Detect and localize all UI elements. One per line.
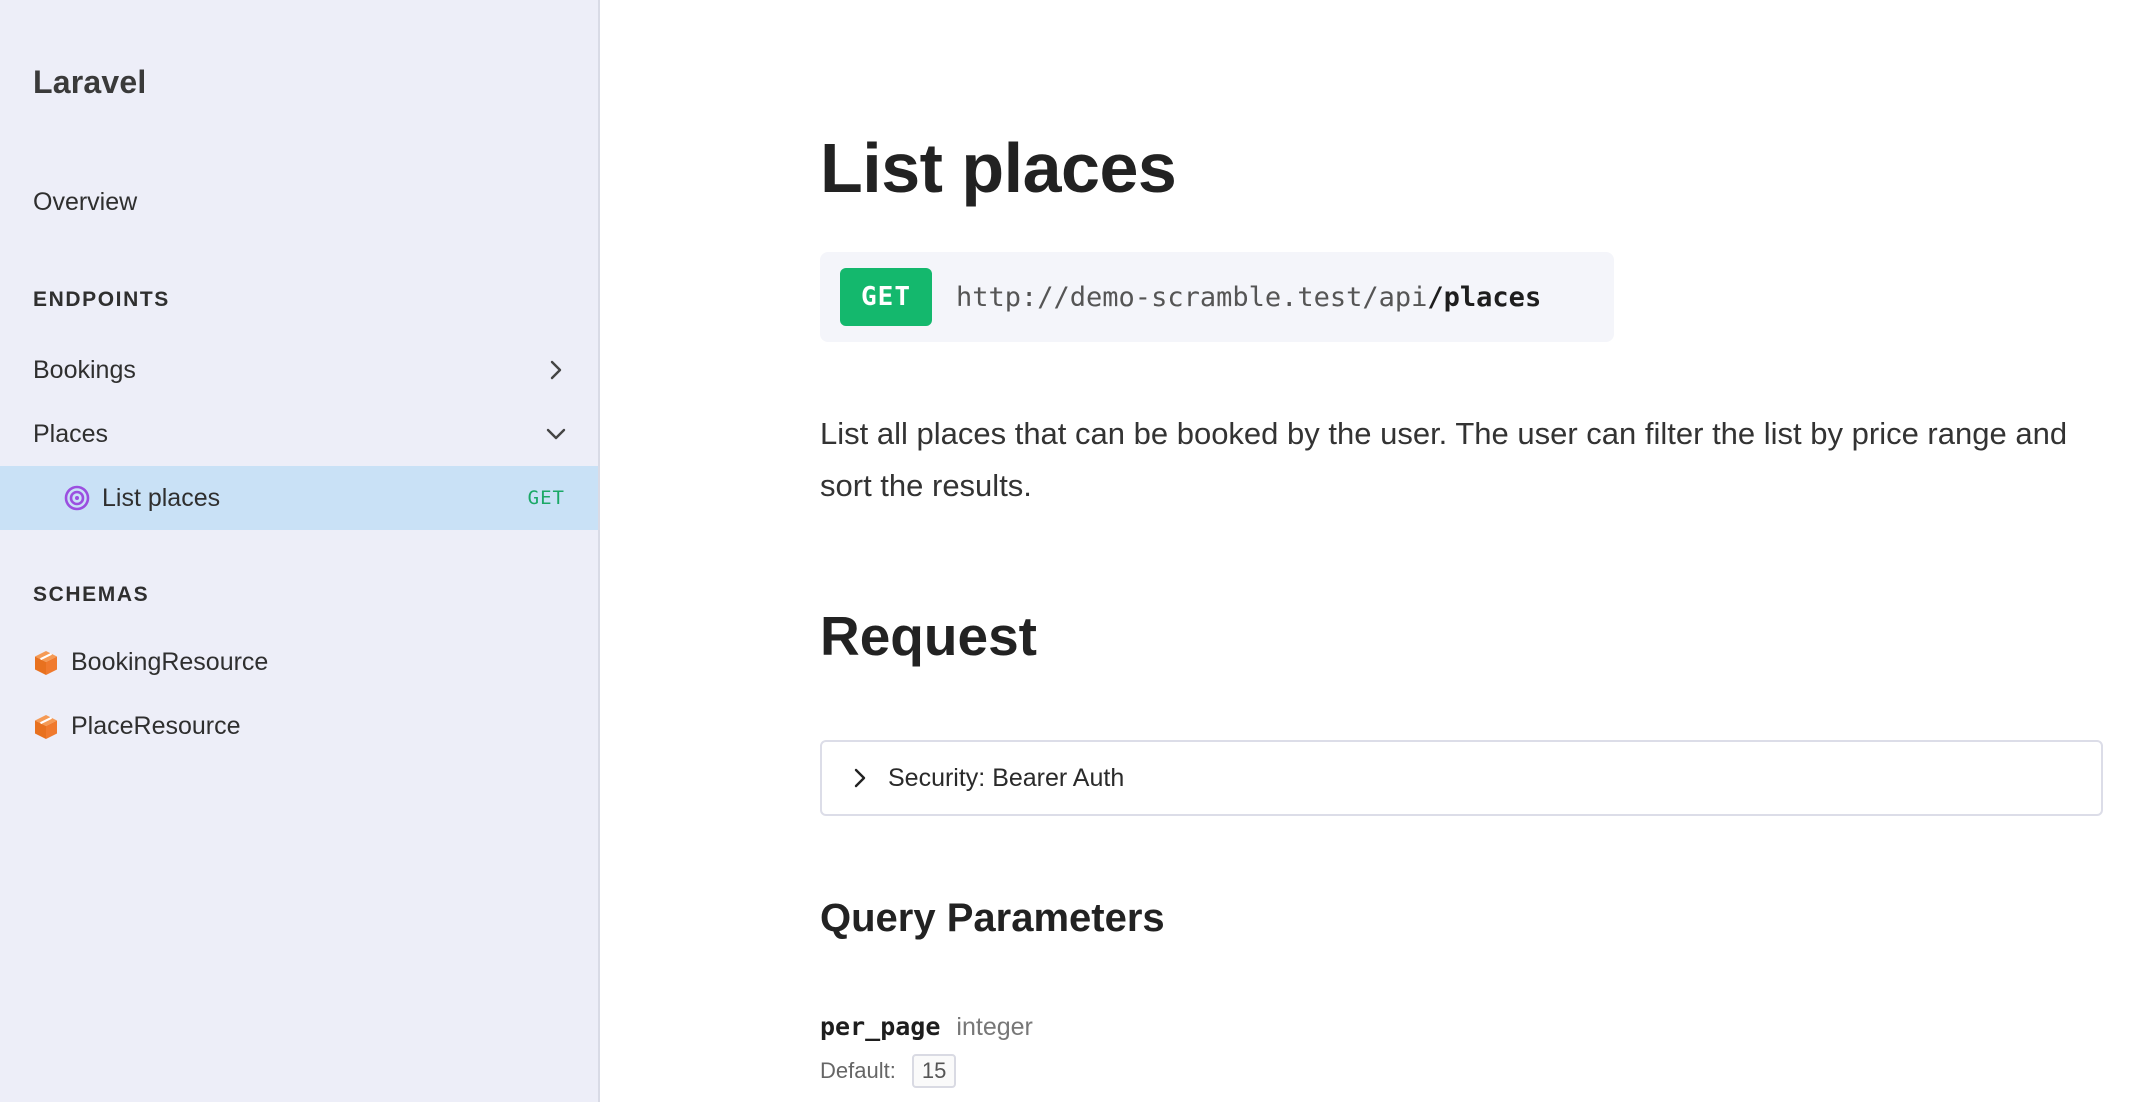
- url-path: /places: [1427, 281, 1542, 313]
- schema-label: BookingResource: [71, 648, 269, 676]
- default-value: 15: [911, 1054, 957, 1088]
- sidebar: Laravel Overview ENDPOINTS Bookings Plac…: [0, 0, 600, 1102]
- schema-item-placeresource[interactable]: PlaceResource: [33, 712, 241, 741]
- schemas-section-label: SCHEMAS: [33, 583, 150, 606]
- cube-icon: [35, 714, 57, 739]
- param-default-row: Default: 15: [820, 1054, 957, 1088]
- page-title: List places: [820, 129, 1177, 207]
- main-content: List places GET http://demo-scramble.tes…: [600, 0, 2136, 1102]
- method-badge: GET: [840, 268, 932, 326]
- brand-title: Laravel: [33, 64, 147, 100]
- param-per-page: per_page integer: [820, 1012, 1033, 1042]
- method-tag: GET: [527, 487, 565, 509]
- cube-icon: [35, 650, 57, 675]
- endpoint-url[interactable]: http://demo-scramble.test/api/places: [956, 282, 1541, 313]
- chevron-down-icon: [545, 423, 567, 445]
- nav-overview[interactable]: Overview: [33, 188, 137, 217]
- chevron-right-icon: [545, 359, 567, 381]
- security-label: Security: Bearer Auth: [888, 763, 1125, 792]
- endpoints-section-label: ENDPOINTS: [33, 288, 170, 311]
- schema-label: PlaceResource: [71, 712, 241, 740]
- schema-item-bookingresource[interactable]: BookingResource: [33, 648, 268, 677]
- nav-group-bookings[interactable]: Bookings: [0, 338, 598, 402]
- app-window: Laravel Overview ENDPOINTS Bookings Plac…: [0, 0, 2136, 1102]
- nav-item-label: List places: [102, 483, 221, 512]
- default-label: Default:: [820, 1058, 896, 1083]
- nav-item-list-places[interactable]: List places GET: [0, 466, 598, 530]
- nav-group-label: Bookings: [33, 355, 136, 384]
- request-heading: Request: [820, 605, 1037, 667]
- endpoint-description: List all places that can be booked by th…: [820, 416, 2068, 503]
- nav-group-places[interactable]: Places: [0, 402, 598, 466]
- target-icon: [64, 485, 90, 511]
- url-base: http://demo-scramble.test/api: [956, 281, 1428, 313]
- chevron-right-icon: [850, 767, 870, 789]
- nav-group-label: Places: [33, 419, 109, 448]
- endpoint-url-box: GET http://demo-scramble.test/api/places: [820, 252, 1614, 342]
- security-disclosure[interactable]: Security: Bearer Auth: [820, 740, 2103, 816]
- param-type: integer: [956, 1013, 1033, 1041]
- query-parameters-heading: Query Parameters: [820, 896, 1165, 940]
- param-name: per_page: [820, 1012, 941, 1041]
